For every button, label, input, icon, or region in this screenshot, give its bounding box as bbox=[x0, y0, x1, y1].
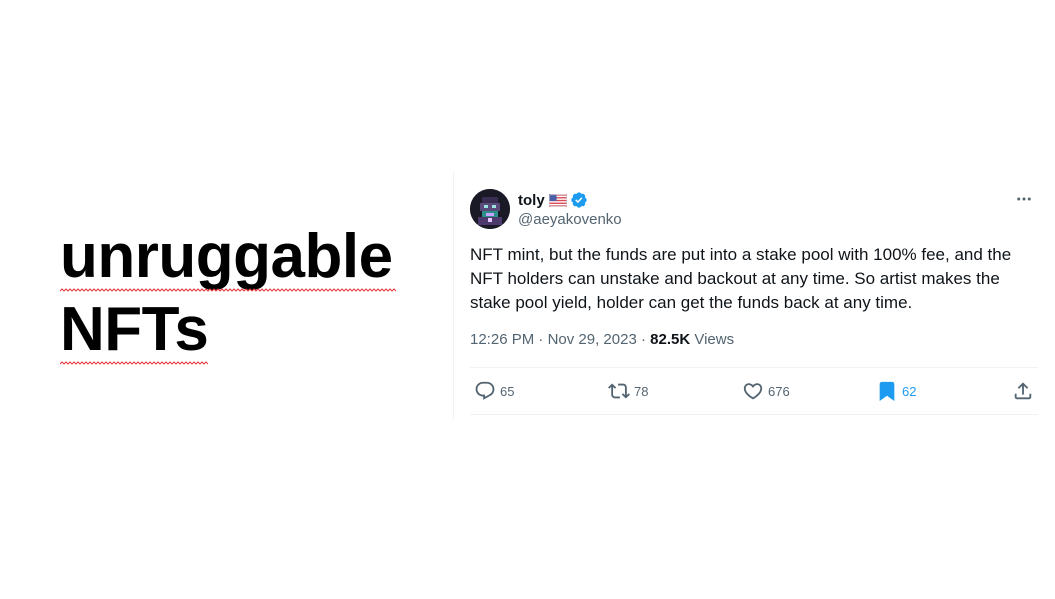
views-label: Views bbox=[694, 331, 735, 348]
retweet-button[interactable]: 78 bbox=[608, 368, 648, 414]
user-handle[interactable]: @aeyakovenko bbox=[518, 210, 622, 230]
avatar[interactable] bbox=[470, 189, 510, 229]
headline-word-unruggable: unruggable bbox=[60, 222, 393, 291]
tweet-header: toly @aeyakovenko bbox=[470, 188, 1038, 230]
heart-icon bbox=[743, 383, 763, 400]
like-count: 676 bbox=[768, 383, 790, 399]
reply-button[interactable]: 65 bbox=[474, 368, 514, 414]
share-button[interactable] bbox=[1012, 368, 1034, 414]
display-name[interactable]: toly bbox=[518, 192, 545, 209]
name-row: toly bbox=[518, 190, 622, 210]
action-bar: 65 78 676 62 bbox=[470, 367, 1038, 415]
retweet-icon bbox=[608, 383, 630, 399]
reply-count: 65 bbox=[500, 383, 515, 399]
meta-separator: · bbox=[640, 331, 646, 348]
tweet-meta: 12:26 PM · Nov 29, 2023 · 82.5K Views bbox=[470, 330, 734, 350]
retweet-count: 78 bbox=[634, 383, 649, 399]
verified-badge-icon[interactable] bbox=[570, 191, 588, 209]
headline: unruggable NFTs bbox=[60, 220, 440, 366]
bookmark-button[interactable]: 62 bbox=[876, 368, 916, 414]
views-count: 82.5K bbox=[650, 331, 691, 348]
spellcheck-underline bbox=[60, 288, 396, 292]
tweet-date[interactable]: Nov 29, 2023 bbox=[548, 331, 637, 348]
share-icon bbox=[1014, 382, 1032, 400]
headline-word-nfts: NFTs bbox=[60, 295, 209, 364]
bookmark-icon bbox=[879, 381, 895, 402]
bookmark-count: 62 bbox=[902, 383, 917, 399]
tweet-card[interactable]: toly @aeyakovenko NFT mint, but the fund… bbox=[453, 171, 1038, 419]
us-flag-icon bbox=[548, 193, 567, 207]
like-button[interactable]: 676 bbox=[742, 368, 790, 414]
spellcheck-word[interactable]: unruggable bbox=[60, 220, 396, 293]
reply-icon bbox=[475, 381, 495, 400]
headline-line-1: unruggable bbox=[60, 220, 440, 293]
author-info: toly @aeyakovenko bbox=[518, 190, 622, 230]
more-horizontal-icon bbox=[1017, 197, 1031, 201]
spellcheck-underline bbox=[60, 361, 208, 365]
meta-separator: · bbox=[538, 331, 544, 348]
avatar-image bbox=[470, 189, 510, 229]
headline-line-2: NFTs bbox=[60, 293, 440, 366]
spellcheck-word[interactable]: NFTs bbox=[60, 293, 209, 366]
more-options-button[interactable] bbox=[1010, 188, 1038, 210]
tweet-time[interactable]: 12:26 PM bbox=[470, 331, 534, 348]
tweet-text: NFT mint, but the funds are put into a s… bbox=[470, 245, 1012, 312]
